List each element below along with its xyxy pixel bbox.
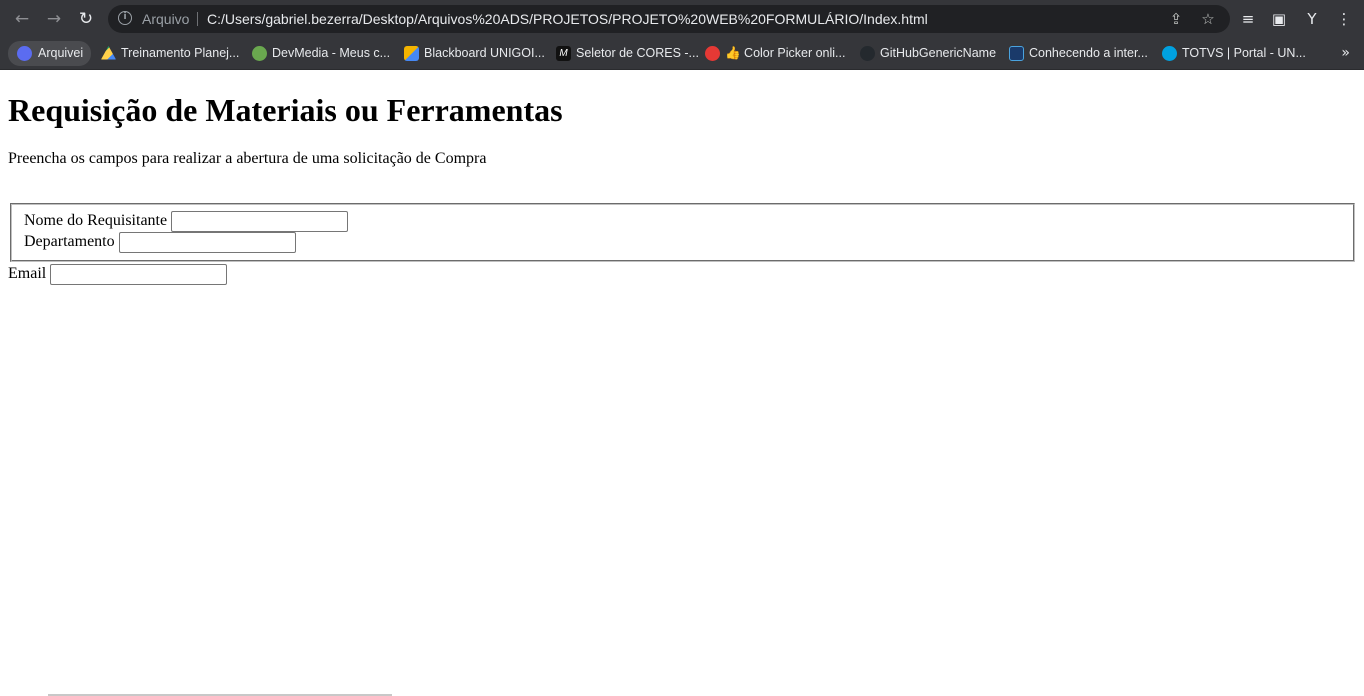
email-input[interactable] bbox=[50, 263, 228, 285]
bookmark-github[interactable]: GitHubGenericName bbox=[858, 41, 996, 66]
bookmark-conhecendo[interactable]: Conhecendo a inter... bbox=[1007, 41, 1148, 66]
bookmark-totvs[interactable]: TOTVS | Portal - UN... bbox=[1160, 41, 1306, 66]
seletor-favicon-icon: M bbox=[556, 46, 571, 61]
nome-row: Nome do Requisitante bbox=[24, 210, 1341, 232]
bookmark-seletor-cores[interactable]: M Seletor de CORES -... bbox=[554, 41, 699, 66]
browser-toolbar: ← → ↻ i Arquivo C:/Users/gabriel.bezerra… bbox=[0, 0, 1364, 38]
requisition-fieldset: Nome do Requisitante Departamento bbox=[10, 203, 1355, 262]
menu-icon[interactable]: ⋮ bbox=[1334, 9, 1354, 29]
arquivei-favicon-icon bbox=[17, 46, 32, 61]
email-row: Email bbox=[8, 263, 228, 285]
bookmarks-bar: Arquivei Treinamento Planej... DevMedia … bbox=[0, 38, 1364, 70]
google-drive-favicon-icon bbox=[101, 46, 116, 60]
conhecendo-favicon-icon bbox=[1009, 46, 1024, 61]
info-icon[interactable]: i bbox=[118, 11, 132, 25]
email-label: Email bbox=[8, 265, 47, 282]
page-subtitle: Preencha os campos para realizar a abert… bbox=[8, 150, 487, 167]
bookmark-label: Seletor de CORES -... bbox=[576, 46, 699, 60]
bookmark-label: GitHubGenericName bbox=[880, 46, 997, 60]
more-bookmarks-icon[interactable]: » bbox=[1341, 41, 1350, 66]
github-favicon-icon bbox=[860, 46, 875, 61]
page-content: Requisição de Materiais ou Ferramentas P… bbox=[0, 70, 1364, 696]
bookmark-label: Blackboard UNIGOI... bbox=[424, 46, 545, 60]
departamento-input[interactable] bbox=[118, 231, 296, 253]
bookmark-color-picker[interactable]: 👍 Color Picker onli... bbox=[703, 41, 845, 66]
bookmark-label: Arquivei bbox=[38, 46, 84, 60]
side-panel-icon[interactable]: ▣ bbox=[1269, 9, 1289, 29]
scheme-label: Arquivo bbox=[142, 11, 190, 27]
address-bar[interactable]: i Arquivo C:/Users/gabriel.bezerra/Deskt… bbox=[108, 5, 1230, 33]
bookmark-treinamento[interactable]: Treinamento Planej... bbox=[99, 41, 239, 66]
bookmark-label: DevMedia - Meus c... bbox=[272, 46, 391, 60]
departamento-row: Departamento bbox=[24, 231, 1341, 253]
star-icon[interactable]: ☆ bbox=[1198, 9, 1218, 29]
bookmark-label: Conhecendo a inter... bbox=[1029, 46, 1148, 60]
back-arrow-icon[interactable]: ← bbox=[10, 7, 34, 31]
devmedia-favicon-icon bbox=[252, 46, 267, 61]
share-icon[interactable]: ⇪ bbox=[1166, 9, 1186, 29]
nome-requisitante-input[interactable] bbox=[171, 210, 349, 232]
nome-label: Nome do Requisitante bbox=[24, 212, 168, 229]
bookmark-label: Treinamento Planej... bbox=[121, 46, 240, 60]
extension-icon[interactable]: Y bbox=[1302, 9, 1322, 29]
address-separator bbox=[197, 12, 198, 26]
totvs-favicon-icon bbox=[1162, 46, 1177, 61]
bookmark-label: TOTVS | Portal - UN... bbox=[1182, 46, 1306, 60]
reload-icon[interactable]: ↻ bbox=[74, 7, 98, 31]
bookmark-blackboard[interactable]: Blackboard UNIGOI... bbox=[402, 41, 545, 66]
bookmark-arquivei[interactable]: Arquivei bbox=[8, 41, 92, 66]
reading-list-icon[interactable]: ≡ bbox=[1238, 9, 1258, 29]
page-title: Requisição de Materiais ou Ferramentas bbox=[8, 92, 563, 128]
bookmark-devmedia[interactable]: DevMedia - Meus c... bbox=[250, 41, 390, 66]
bookmark-label: 👍 Color Picker onli... bbox=[725, 46, 846, 60]
departamento-label: Departamento bbox=[24, 233, 115, 250]
forward-arrow-icon[interactable]: → bbox=[42, 7, 66, 31]
blackboard-favicon-icon bbox=[404, 46, 419, 61]
color-picker-favicon-icon bbox=[705, 46, 720, 61]
url-text[interactable]: C:/Users/gabriel.bezerra/Desktop/Arquivo… bbox=[207, 11, 928, 27]
